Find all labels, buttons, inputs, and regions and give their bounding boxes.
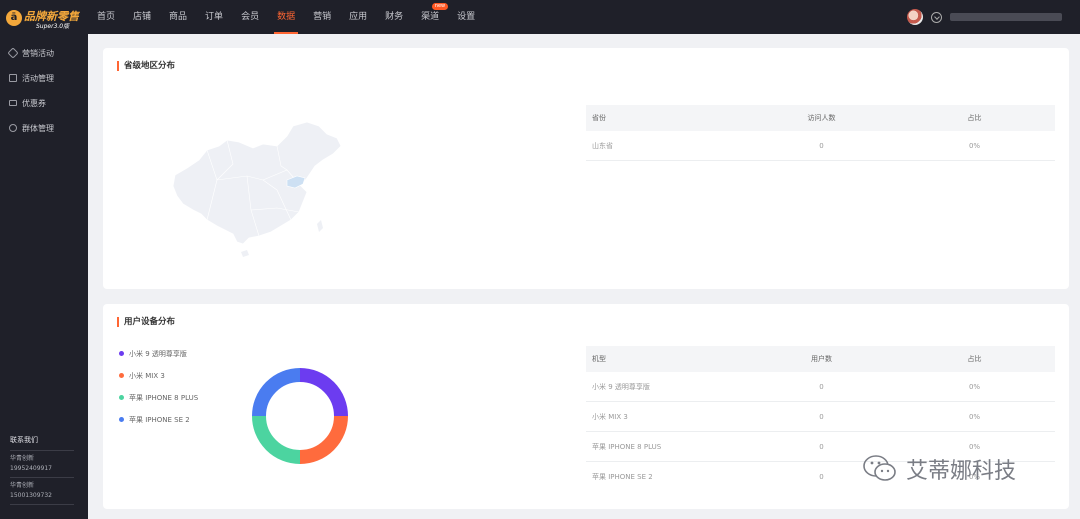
- tag-icon: [7, 47, 19, 59]
- watermark-text: 艾蒂娜科技: [906, 459, 1017, 484]
- donut-slice[interactable]: [299, 368, 348, 417]
- donut-slice[interactable]: [299, 415, 348, 464]
- avatar[interactable]: [907, 9, 923, 25]
- user-area: [907, 8, 1062, 26]
- nav-store[interactable]: 店铺: [124, 0, 160, 34]
- brand-logo[interactable]: ā 品牌新零售 Super3.0版: [6, 8, 84, 30]
- cell-users: 0: [819, 382, 824, 391]
- logo-subtitle: Super3.0版: [36, 23, 70, 30]
- legend-dot: [119, 351, 124, 356]
- username-blurred[interactable]: [950, 13, 1062, 21]
- china-map[interactable]: [167, 120, 347, 260]
- table-row: 山东省 0 0%: [586, 131, 1055, 161]
- coupon-icon: [9, 100, 17, 106]
- table-row: 小米 9 透明尊享版 0 0%: [586, 372, 1055, 402]
- cell-visitors: 0: [819, 141, 824, 150]
- nav-data[interactable]: 数据: [268, 0, 304, 34]
- cell-model: 小米 MIX 3: [592, 412, 628, 421]
- column-ratio[interactable]: 占比: [894, 113, 1055, 123]
- column-users[interactable]: 用户数: [749, 354, 894, 364]
- legend-item[interactable]: 小米 MIX 3: [119, 370, 198, 381]
- sidebar-item-marketing-activities[interactable]: 营销活动: [7, 46, 54, 60]
- legend-dot: [119, 417, 124, 422]
- sidebar-item-group-management[interactable]: 群体管理: [9, 121, 54, 135]
- main-nav: 首页 店铺 商品 订单 会员 数据 营销 应用 财务 渠道 new 设置: [88, 0, 484, 34]
- cell-ratio: 0%: [968, 382, 981, 391]
- cell-users: 0: [819, 412, 824, 421]
- nav-channels-label: 渠道: [421, 12, 440, 22]
- watermark: 艾蒂娜科技: [862, 453, 1016, 485]
- table-header: 省份 访问人数 占比: [586, 105, 1055, 131]
- cell-model: 苹果 IPHONE SE 2: [592, 473, 653, 481]
- region-table: 省份 访问人数 占比 山东省 0 0%: [586, 105, 1055, 161]
- legend-dot: [119, 395, 124, 400]
- contact-phone: 19952409917: [10, 465, 52, 472]
- legend-label: 苹果 IPHONE 8 PLUS: [129, 393, 199, 402]
- card-title: 省级地区分布: [117, 61, 175, 71]
- cell-ratio: 0%: [968, 412, 981, 421]
- chart-legend: 小米 9 透明尊享版 小米 MIX 3 苹果 IPHONE 8 PLUS 苹果 …: [119, 348, 198, 436]
- device-donut-chart[interactable]: [248, 364, 352, 468]
- column-ratio[interactable]: 占比: [894, 354, 1055, 364]
- contact-title: 联系我们: [10, 436, 38, 444]
- cell-province: 山东省: [592, 141, 613, 150]
- nav-apps[interactable]: 应用: [340, 0, 376, 34]
- nav-members[interactable]: 会员: [232, 0, 268, 34]
- cell-model: 小米 9 透明尊享版: [592, 382, 650, 391]
- nav-home[interactable]: 首页: [88, 0, 124, 34]
- cell-ratio: 0%: [968, 442, 981, 451]
- donut-slice[interactable]: [252, 415, 301, 464]
- contact-block: 华青创新 15001309732: [10, 477, 74, 501]
- calendar-icon: [9, 74, 17, 82]
- nav-settings[interactable]: 设置: [448, 0, 484, 34]
- sidebar-item-label: 营销活动: [22, 48, 54, 58]
- sidebar-item-label: 优惠券: [22, 98, 46, 108]
- contact-block: 华青创新 19952409917: [10, 450, 74, 474]
- table-row: 小米 MIX 3 0 0%: [586, 402, 1055, 432]
- region-distribution-card: 省级地区分布 省份 访问人数 占比 山东省 0 0%: [103, 48, 1069, 289]
- wechat-icon: [863, 455, 896, 481]
- column-visitors[interactable]: 访问人数: [749, 113, 894, 123]
- sidebar-item-activity-management[interactable]: 活动管理: [9, 71, 54, 85]
- legend-label: 小米 9 透明尊享版: [129, 349, 187, 358]
- sidebar: 营销活动 活动管理 优惠券 群体管理 联系我们 华青创新 19952409917…: [0, 34, 88, 519]
- new-badge: new: [431, 3, 449, 10]
- map-taiwan[interactable]: [317, 220, 323, 232]
- download-icon[interactable]: [931, 11, 942, 23]
- legend-dot: [119, 373, 124, 378]
- table-header: 机型 用户数 占比: [586, 346, 1055, 372]
- cell-users: 0: [819, 442, 824, 451]
- sidebar-item-label: 群体管理: [22, 123, 54, 133]
- legend-item[interactable]: 小米 9 透明尊享版: [119, 348, 198, 359]
- divider: [10, 504, 74, 505]
- card-title: 用户设备分布: [117, 317, 175, 327]
- contact-name: 华青创新: [10, 482, 35, 489]
- sidebar-item-coupons[interactable]: 优惠券: [9, 96, 46, 110]
- logo-icon: ā: [6, 10, 22, 26]
- cell-model: 苹果 IPHONE 8 PLUS: [592, 442, 662, 451]
- nav-marketing[interactable]: 营销: [304, 0, 340, 34]
- contact-name: 华青创新: [10, 455, 35, 462]
- top-navbar: ā 品牌新零售 Super3.0版 首页 店铺 商品 订单 会员 数据 营销 应…: [0, 0, 1080, 34]
- user-group-icon: [9, 124, 17, 132]
- column-model[interactable]: 机型: [586, 354, 749, 364]
- legend-item[interactable]: 苹果 IPHONE 8 PLUS: [119, 392, 198, 403]
- nav-finance[interactable]: 财务: [376, 0, 412, 34]
- map-mainland[interactable]: [172, 121, 342, 245]
- legend-label: 苹果 IPHONE SE 2: [129, 415, 190, 424]
- legend-label: 小米 MIX 3: [129, 371, 165, 380]
- nav-products[interactable]: 商品: [160, 0, 196, 34]
- donut-slice[interactable]: [252, 368, 301, 417]
- legend-item[interactable]: 苹果 IPHONE SE 2: [119, 414, 198, 425]
- nav-orders[interactable]: 订单: [196, 0, 232, 34]
- nav-channels[interactable]: 渠道 new: [412, 0, 449, 34]
- map-hainan[interactable]: [241, 250, 249, 257]
- sidebar-item-label: 活动管理: [22, 73, 54, 83]
- column-province[interactable]: 省份: [586, 113, 749, 123]
- cell-ratio: 0%: [968, 141, 981, 150]
- contact-phone: 15001309732: [10, 492, 52, 499]
